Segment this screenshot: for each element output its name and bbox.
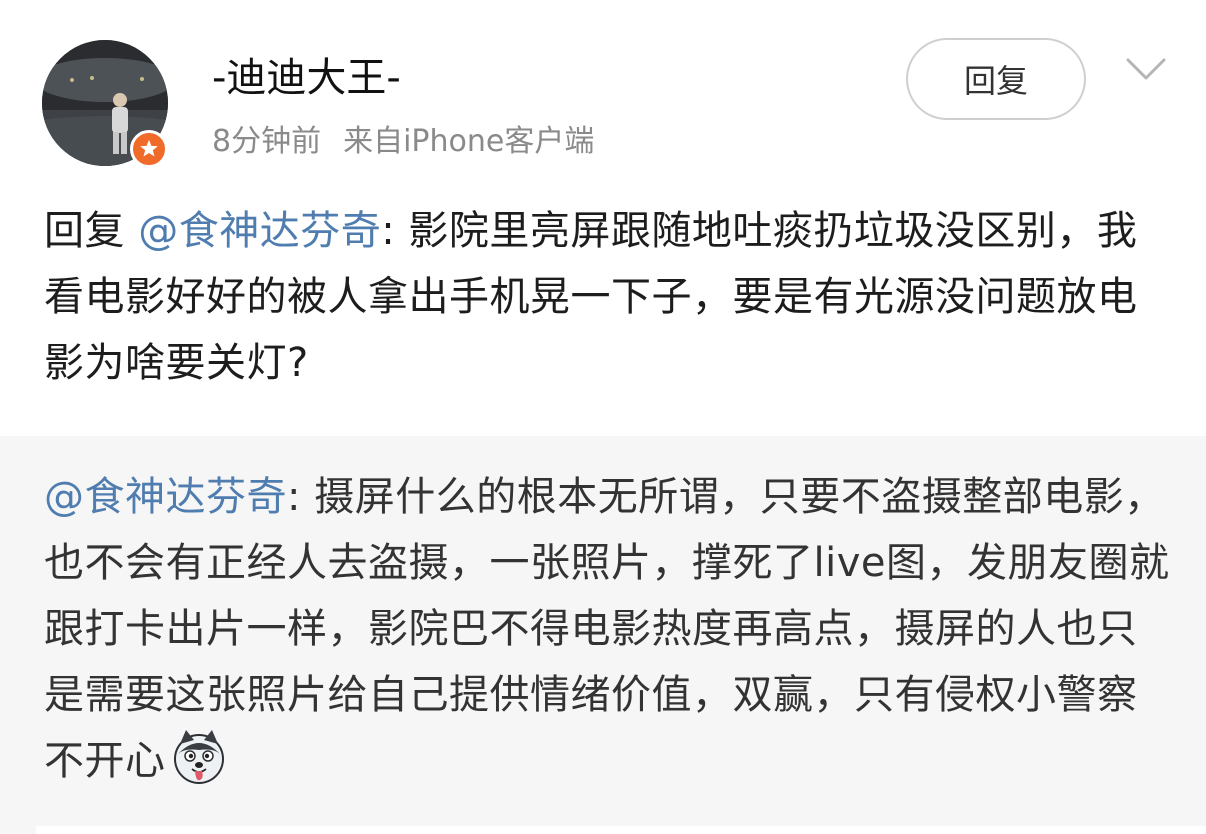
chevron-down-icon[interactable] (1124, 54, 1168, 84)
mention-link[interactable]: @食神达芬奇 (138, 208, 381, 254)
post-meta: 8分钟前 来自iPhone客户端 (212, 120, 594, 164)
bottom-divider (36, 826, 1206, 834)
verified-badge-icon (130, 130, 168, 168)
star-icon (140, 139, 158, 157)
reply-prefix: 回复 (44, 208, 125, 254)
post-card: -迪迪大王- 8分钟前 来自iPhone客户端 回复 回复 @食神达芬奇: 影院里… (0, 0, 1206, 436)
quoted-comment-body: @食神达芬奇: 摄屏什么的根本无所谓，只要不盗摄整部电影，也不会有正经人去盗摄，… (44, 464, 1174, 794)
username[interactable]: -迪迪大王- (212, 52, 401, 104)
post-time: 8分钟前 (212, 124, 322, 159)
source-prefix: 来自 (343, 124, 404, 159)
reply-button[interactable]: 回复 (906, 38, 1086, 120)
husky-dog-emoji-icon (173, 730, 224, 784)
source-client[interactable]: iPhone客户端 (403, 124, 594, 159)
quote-mention-link[interactable]: @食神达芬奇 (44, 474, 287, 520)
post-body: 回复 @食神达芬奇: 影院里亮屏跟随地吐痰扔垃圾没区别，我看电影好好的被人拿出手… (44, 198, 1174, 396)
